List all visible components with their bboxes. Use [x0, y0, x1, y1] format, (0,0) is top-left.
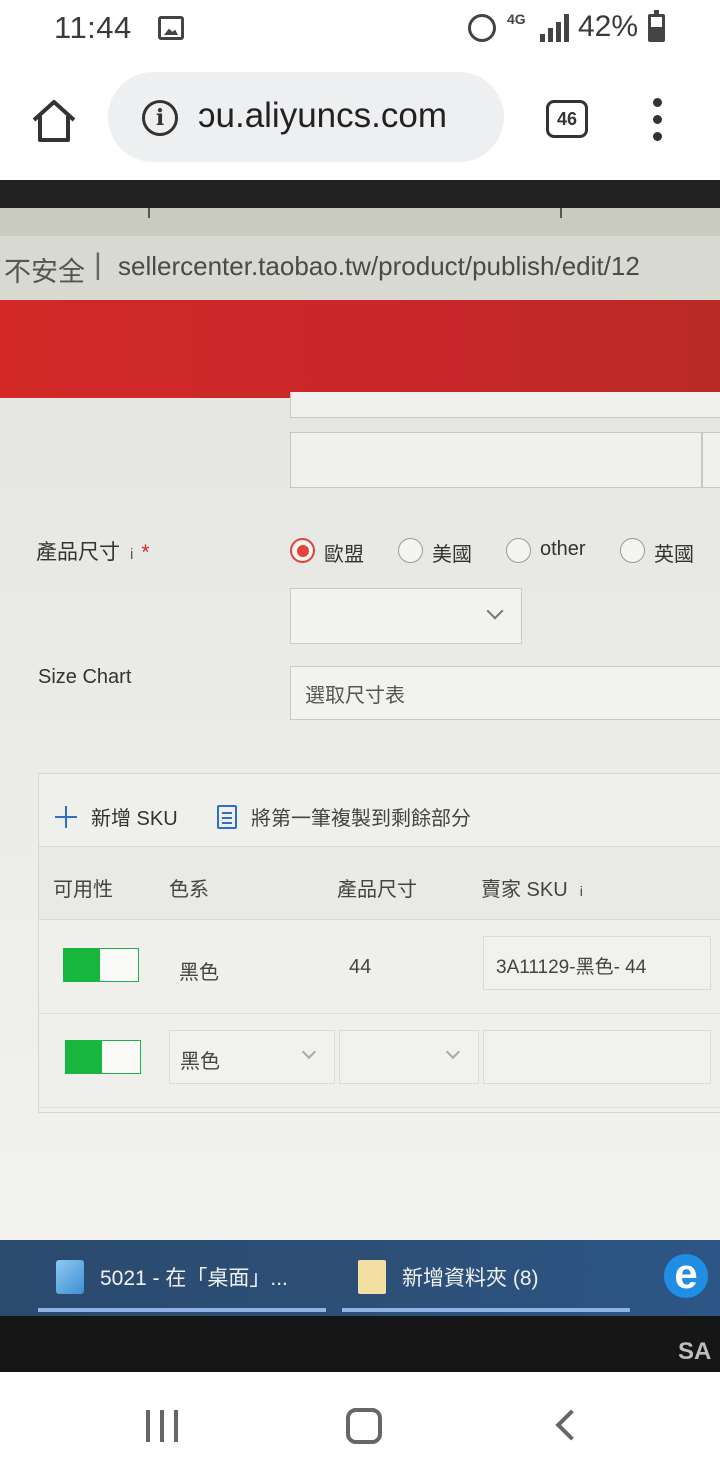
- android-nav-bar: [0, 1372, 720, 1480]
- availability-toggle[interactable]: [65, 1040, 141, 1074]
- windows-taskbar: 5021 - 在「桌面」... 新增資料夾 (8) e: [0, 1240, 720, 1316]
- insecure-label: 不安全: [4, 257, 85, 287]
- monitor-bezel: SA: [0, 1316, 720, 1372]
- column-header: 產品尺寸: [337, 879, 417, 901]
- battery-icon: [648, 10, 665, 42]
- radio-selected-icon[interactable]: [290, 538, 315, 563]
- required-mark: *: [141, 541, 150, 564]
- radio-unselected-icon[interactable]: [506, 538, 531, 563]
- back-icon[interactable]: [555, 1409, 587, 1441]
- chevron-down-icon: [301, 1044, 317, 1060]
- monitor-photo: 不安全 | sellercenter.taobao.tw/product/pub…: [0, 180, 720, 1372]
- sku-table-header: 可用性 色系 產品尺寸 賣家 SKU i: [39, 846, 720, 920]
- radio-unselected-icon[interactable]: [398, 538, 423, 563]
- text-field[interactable]: [290, 432, 702, 488]
- radio-label: 英國: [654, 544, 694, 566]
- text-field-addon[interactable]: [702, 432, 720, 488]
- tab-separator: [148, 208, 150, 218]
- monitor-address-bar[interactable]: 不安全 | sellercenter.taobao.tw/product/pub…: [0, 236, 720, 300]
- app-window-icon: [56, 1260, 84, 1294]
- edge-browser-icon[interactable]: e: [664, 1253, 708, 1298]
- radio-label: 歐盟: [324, 544, 364, 566]
- chevron-down-icon: [486, 602, 504, 620]
- alarm-icon: [468, 14, 496, 42]
- home-button-icon[interactable]: [346, 1408, 382, 1444]
- size-cell: 44: [349, 956, 372, 978]
- radio-label: other: [540, 538, 586, 560]
- availability-toggle[interactable]: [63, 948, 139, 982]
- tab-switcher-button[interactable]: 46: [546, 100, 588, 138]
- status-bar: 11:44 4G 42%: [0, 0, 720, 58]
- seller-sku-value: 3A11129-黑色- 44: [496, 957, 647, 978]
- radio-unselected-icon[interactable]: [620, 538, 645, 563]
- product-size-label: 產品尺寸 i *: [36, 541, 150, 564]
- color-select[interactable]: 黑色: [169, 1030, 335, 1084]
- address-separator: |: [94, 248, 102, 281]
- column-header: 色系: [169, 879, 209, 901]
- color-select-value: 黑色: [180, 1051, 220, 1073]
- column-header: 賣家 SKU i: [481, 879, 583, 901]
- size-chart-select[interactable]: 選取尺寸表: [290, 666, 720, 720]
- product-edit-form: 產品尺寸 i * 歐盟 美國 other 英國 Size Chart 選取尺寸表 新…: [0, 392, 720, 1240]
- color-cell: 黑色: [179, 962, 219, 984]
- taskbar-item-label: 5021 - 在「桌面」...: [100, 1267, 288, 1290]
- taskbar-item-explorer[interactable]: 5021 - 在「桌面」...: [38, 1240, 326, 1316]
- seller-sku-input[interactable]: [483, 1030, 711, 1084]
- document-icon: [217, 805, 237, 829]
- text-field-partial[interactable]: [290, 392, 720, 418]
- signal-icon: [540, 14, 570, 42]
- image-notification-icon: [158, 16, 184, 40]
- info-icon[interactable]: i: [142, 100, 178, 136]
- monitor-brand: SA: [678, 1338, 712, 1365]
- taskbar-active-indicator: [38, 1308, 326, 1312]
- radio-label: 美國: [432, 544, 472, 566]
- copy-first-to-rest-button[interactable]: 將第一筆複製到剩餘部分: [217, 802, 471, 831]
- monitor-tab-strip-top: [0, 180, 720, 208]
- size-value-select[interactable]: [290, 588, 522, 644]
- url-text[interactable]: ɔu.aliyuncs.com: [198, 96, 498, 136]
- plus-icon: [55, 806, 77, 828]
- network-type: 4G: [507, 11, 526, 27]
- taskbar-active-indicator: [342, 1308, 630, 1312]
- info-icon[interactable]: i: [130, 546, 133, 563]
- table-row: 黑色: [39, 1014, 720, 1108]
- taskbar-item-folder[interactable]: 新增資料夾 (8): [342, 1240, 630, 1316]
- recent-apps-icon[interactable]: [146, 1410, 180, 1442]
- status-time: 11:44: [54, 10, 132, 45]
- seller-sku-input[interactable]: 3A11129-黑色- 44: [483, 936, 711, 990]
- browser-toolbar: i ɔu.aliyuncs.com 46: [0, 58, 720, 180]
- battery-percent: 42%: [578, 10, 639, 43]
- home-icon[interactable]: [28, 96, 80, 144]
- table-row: 黑色 44 3A11129-黑色- 44: [39, 920, 720, 1014]
- column-header: 可用性: [53, 879, 113, 901]
- taskbar-item-label: 新增資料夾 (8): [402, 1267, 539, 1290]
- info-icon[interactable]: i: [580, 883, 583, 899]
- sku-panel: 新增 SKU 將第一筆複製到剩餘部分 可用性 色系 產品尺寸 賣家 SKU i 黑…: [38, 773, 720, 1113]
- size-select[interactable]: [339, 1030, 479, 1084]
- chevron-down-icon: [445, 1044, 461, 1060]
- more-menu-icon[interactable]: [650, 98, 664, 142]
- size-chart-label: Size Chart: [38, 666, 132, 688]
- size-chart-placeholder: 選取尺寸表: [305, 685, 405, 707]
- url-bar[interactable]: i ɔu.aliyuncs.com: [108, 72, 504, 162]
- monitor-url[interactable]: sellercenter.taobao.tw/product/publish/e…: [118, 251, 640, 282]
- add-sku-button[interactable]: 新增 SKU: [55, 802, 178, 831]
- tab-separator: [560, 208, 562, 218]
- folder-icon: [358, 1260, 386, 1294]
- site-header-bar: [0, 300, 720, 398]
